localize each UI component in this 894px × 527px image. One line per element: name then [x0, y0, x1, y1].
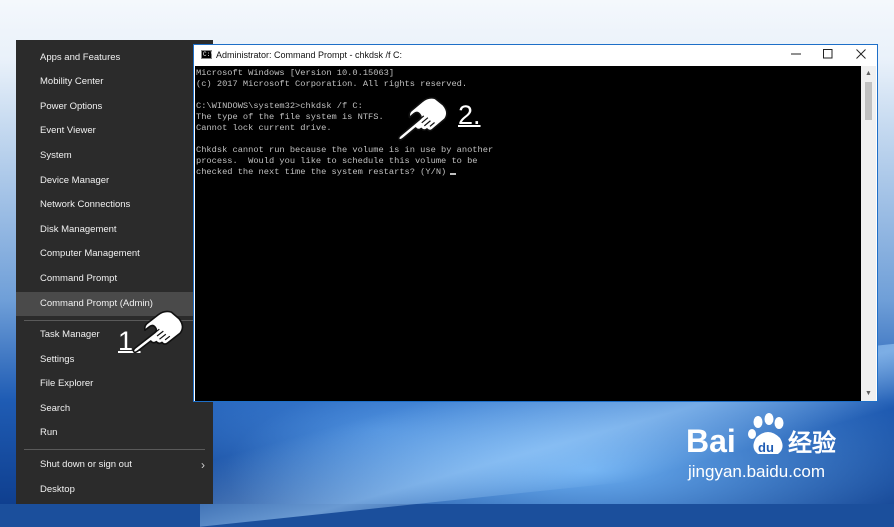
menu-item-file-explorer[interactable]: File Explorer — [16, 372, 213, 396]
minimize-icon — [791, 53, 801, 55]
console-line: checked the next time the system restart… — [196, 167, 447, 177]
window-title: Administrator: Command Prompt - chkdsk /… — [216, 50, 403, 60]
console-line: Microsoft Windows [Version 10.0.15063] — [196, 68, 395, 78]
menu-item-network-connections[interactable]: Network Connections — [16, 193, 213, 217]
menu-item-desktop[interactable]: Desktop — [16, 478, 213, 502]
maximize-icon — [823, 49, 833, 59]
pointing-hand-icon — [397, 97, 448, 141]
baidu-du-text: du — [758, 440, 774, 455]
console-line: C:\WINDOWS\system32>chkdsk /f C: — [196, 101, 363, 111]
pointing-hand-icon — [132, 310, 184, 354]
jingyan-text: 经验 — [788, 429, 836, 457]
console-line: (c) 2017 Microsoft Corporation. All righ… — [196, 79, 468, 89]
menu-separator — [24, 449, 205, 450]
scroll-up-icon[interactable]: ▲ — [861, 66, 876, 81]
command-prompt-icon: C:\ — [201, 50, 214, 59]
text-cursor — [450, 173, 457, 175]
menu-item-apps-and-features[interactable]: Apps and Features — [16, 46, 213, 70]
baidu-jingyan-logo: Bai du 经验 — [686, 410, 846, 467]
close-icon — [856, 49, 866, 59]
close-button[interactable] — [845, 45, 877, 66]
baidu-logo-text: Bai — [686, 423, 736, 459]
watermark-url: jingyan.baidu.com — [688, 462, 826, 481]
step-2-label: 2. — [458, 100, 481, 130]
menu-item-search[interactable]: Search — [16, 397, 213, 421]
window-titlebar[interactable]: C:\ Administrator: Command Prompt - chkd… — [194, 45, 877, 66]
command-prompt-window: C:\ Administrator: Command Prompt - chkd… — [193, 44, 878, 402]
menu-item-run[interactable]: Run — [16, 421, 213, 445]
console-line: Chkdsk cannot run because the volume is … — [196, 145, 494, 155]
baidu-paw-icon: Bai du 经验 — [686, 413, 836, 459]
console-line: The type of the file system is NTFS. — [196, 112, 384, 122]
power-user-menu: Apps and Features Mobility Center Power … — [16, 40, 213, 504]
minimize-button[interactable] — [780, 45, 812, 66]
scrollbar-thumb[interactable] — [865, 82, 872, 120]
menu-item-event-viewer[interactable]: Event Viewer — [16, 119, 213, 143]
menu-item-disk-management[interactable]: Disk Management — [16, 218, 213, 242]
maximize-button[interactable] — [812, 45, 844, 66]
menu-item-power-options[interactable]: Power Options — [16, 95, 213, 119]
console-line: process. Would you like to schedule this… — [196, 156, 478, 166]
console-line: Cannot lock current drive. — [196, 123, 332, 133]
console-output[interactable]: Microsoft Windows [Version 10.0.15063] (c… — [195, 66, 861, 401]
menu-item-device-manager[interactable]: Device Manager — [16, 169, 213, 193]
menu-item-computer-management[interactable]: Computer Management — [16, 242, 213, 266]
menu-item-label: Shut down or sign out — [40, 459, 132, 470]
console-prompt-line: checked the next time the system restart… — [196, 167, 861, 178]
menu-item-shut-down-or-sign-out[interactable]: Shut down or sign out › — [16, 453, 213, 477]
menu-item-system[interactable]: System — [16, 144, 213, 168]
menu-item-mobility-center[interactable]: Mobility Center — [16, 70, 213, 94]
vertical-scrollbar[interactable]: ▲ ▼ — [861, 66, 876, 401]
scroll-down-icon[interactable]: ▼ — [861, 386, 876, 401]
menu-item-command-prompt[interactable]: Command Prompt — [16, 267, 213, 291]
chevron-right-icon: › — [201, 458, 205, 472]
